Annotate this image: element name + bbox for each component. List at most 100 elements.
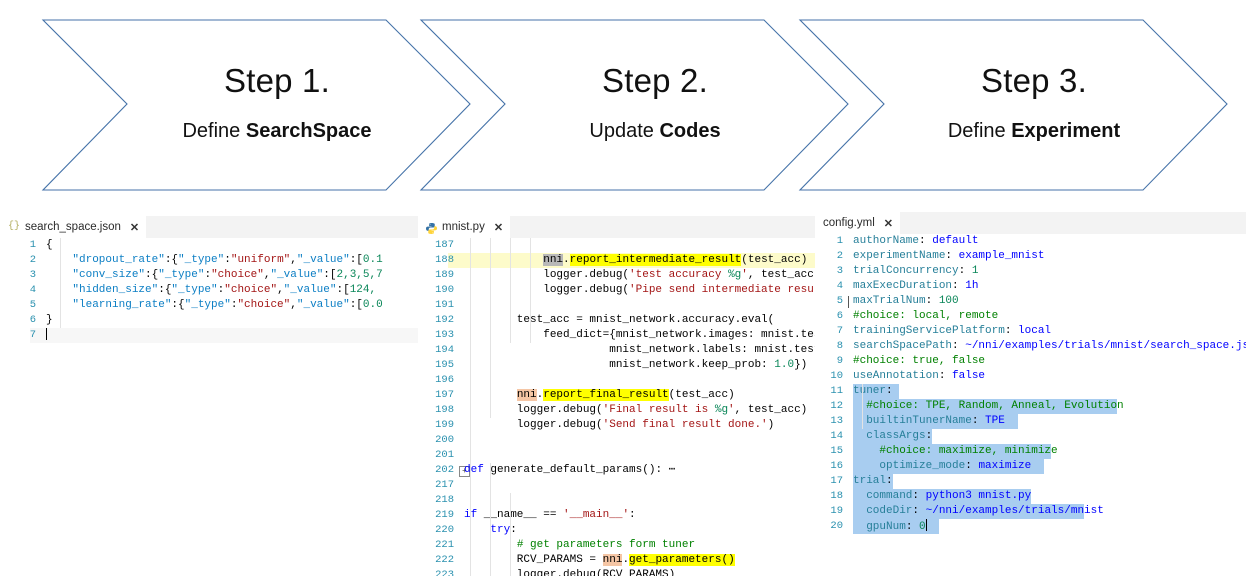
code-line[interactable]: 195 mnist_network.keep_prob: 1.0}): [418, 358, 830, 373]
code-area-mnist[interactable]: 187188 nni.report_intermediate_result(te…: [418, 238, 830, 576]
code-line[interactable]: 223 logger.debug(RCV_PARAMS): [418, 568, 830, 576]
code-line[interactable]: 7trainingServicePlatform: local: [815, 324, 1246, 339]
close-icon[interactable]: ✕: [884, 217, 893, 230]
line-number: 4: [815, 279, 843, 294]
code-line[interactable]: 20 gpuNum: 0: [815, 519, 1246, 534]
line-number: 199: [418, 418, 454, 433]
code-line[interactable]: 5 "learning_rate":{"_type":"choice","_va…: [0, 298, 436, 313]
code-text: [46, 328, 47, 344]
python-icon: [426, 223, 437, 234]
code-line[interactable]: 1{: [0, 238, 436, 253]
code-line[interactable]: 218: [418, 493, 830, 508]
code-line[interactable]: 3 "conv_size":{"_type":"choice","_value"…: [0, 268, 436, 283]
code-line[interactable]: 13 builtinTunerName: TPE: [815, 414, 1246, 429]
code-line[interactable]: 14 classArgs:: [815, 429, 1246, 444]
code-line[interactable]: 1authorName: default: [815, 234, 1246, 249]
code-text: #choice: local, remote: [853, 309, 998, 324]
code-line[interactable]: 188 nni.report_intermediate_result(test_…: [418, 253, 830, 268]
code-line[interactable]: 17trial:: [815, 474, 1246, 489]
code-line[interactable]: 220 try:: [418, 523, 830, 538]
code-line[interactable]: 187: [418, 238, 830, 253]
code-token: 'test accuracy: [629, 269, 728, 281]
code-line[interactable]: 4 "hidden_size":{"_type":"choice","_valu…: [0, 283, 436, 298]
tab-search-space-json[interactable]: {} search_space.json ✕: [0, 216, 146, 238]
code-text: searchSpacePath: ~/nni/examples/trials/m…: [853, 339, 1246, 354]
code-token: :: [926, 295, 939, 307]
code-line[interactable]: 2 "dropout_rate":{"_type":"uniform","_va…: [0, 253, 436, 268]
code-token: logger.debug(: [464, 419, 603, 431]
code-line[interactable]: 200: [418, 433, 830, 448]
line-number: 11: [815, 384, 843, 399]
code-line[interactable]: 6#choice: local, remote: [815, 309, 1246, 324]
code-line[interactable]: 11 tuner:: [815, 384, 1246, 399]
code-line[interactable]: 6}: [0, 313, 436, 328]
code-line[interactable]: 16 optimize_mode: maximize: [815, 459, 1246, 474]
code-token: :: [926, 430, 933, 442]
code-token: def: [464, 464, 484, 476]
code-text: builtinTunerName: TPE: [853, 414, 1005, 429]
code-text: tuner:: [853, 384, 893, 399]
code-text: RCV_PARAMS = nni.get_parameters(): [464, 553, 735, 568]
code-line[interactable]: 192 test_acc = mnist_network.accuracy.ev…: [418, 313, 830, 328]
code-line[interactable]: 19 codeDir: ~/nni/examples/trials/mnist: [815, 504, 1246, 519]
code-line[interactable]: 199 logger.debug('Send final result done…: [418, 418, 830, 433]
code-token: [853, 415, 866, 427]
code-token: #choice: local, remote: [853, 310, 998, 322]
code-line[interactable]: 4maxExecDuration: 1h: [815, 279, 1246, 294]
code-line[interactable]: 217: [418, 478, 830, 493]
code-line[interactable]: 190 logger.debug('Pipe send intermediate…: [418, 283, 830, 298]
code-line[interactable]: 221 # get parameters form tuner: [418, 538, 830, 553]
code-token: :{: [165, 254, 178, 266]
tab-config-yml[interactable]: config.yml ✕: [815, 212, 900, 234]
code-line[interactable]: 202+def generate_default_params(): ⋯: [418, 463, 830, 478]
code-line[interactable]: 197 nni.report_final_result(test_acc): [418, 388, 830, 403]
code-token: :[: [350, 299, 363, 311]
code-token: 1.0: [774, 359, 794, 371]
code-line[interactable]: 10useAnnotation: false: [815, 369, 1246, 384]
code-area-config[interactable]: 1authorName: default2experimentName: exa…: [815, 234, 1246, 534]
code-token: , test_acc): [735, 404, 808, 416]
close-icon[interactable]: ✕: [130, 221, 139, 234]
code-line[interactable]: 12 #choice: TPE, Random, Anneal, Evoluti…: [815, 399, 1246, 414]
code-line[interactable]: 193 feed_dict={mnist_network.images: mni…: [418, 328, 830, 343]
code-line[interactable]: 18 command: python3 mnist.py: [815, 489, 1246, 504]
code-token: # get parameters form tuner: [517, 539, 695, 551]
json-braces-icon: {}: [8, 222, 20, 232]
close-icon[interactable]: ✕: [494, 221, 503, 234]
code-line[interactable]: 9#choice: true, false: [815, 354, 1246, 369]
code-line[interactable]: 7: [0, 328, 436, 343]
indent-guide: [510, 298, 511, 343]
code-token: "_type": [171, 284, 217, 296]
code-token: "hidden_size": [46, 284, 158, 296]
line-number: 189: [418, 268, 454, 283]
code-line[interactable]: 8searchSpacePath: ~/nni/examples/trials/…: [815, 339, 1246, 354]
code-text: logger.debug('Send final result done.'): [464, 418, 774, 433]
tabbar-search-space: {} search_space.json ✕: [0, 216, 436, 238]
code-line[interactable]: 15 #choice: maximize, minimize: [815, 444, 1246, 459]
code-area-search-space[interactable]: 1{2 "dropout_rate":{"_type":"uniform","_…: [0, 238, 436, 343]
chevron-shapes: [0, 0, 1246, 208]
code-line[interactable]: 222 RCV_PARAMS = nni.get_parameters(): [418, 553, 830, 568]
code-token: TPE: [985, 415, 1005, 427]
code-line[interactable]: 2experimentName: example_mnist: [815, 249, 1246, 264]
code-token: "_type": [178, 254, 224, 266]
code-token: #choice: true, false: [853, 355, 985, 367]
code-token: "_value": [297, 299, 350, 311]
code-token: feed_dict={mnist_network.images: mnist.t…: [464, 329, 830, 341]
code-line[interactable]: 219if __name__ == '__main__':: [418, 508, 830, 523]
step-1-title: Step 1.: [127, 62, 427, 100]
code-line[interactable]: 3trialConcurrency: 1: [815, 264, 1246, 279]
code-token: command: [866, 490, 912, 502]
code-token: mnist_network.labels: mnist.test.labels,: [464, 344, 830, 356]
code-line[interactable]: 194 mnist_network.labels: mnist.test.lab…: [418, 343, 830, 358]
code-line[interactable]: 201: [418, 448, 830, 463]
code-line[interactable]: 196: [418, 373, 830, 388]
code-text: logger.debug('Pipe send intermediate res…: [464, 283, 830, 298]
code-line[interactable]: 198 logger.debug('Final result is %g', t…: [418, 403, 830, 418]
code-line[interactable]: 191: [418, 298, 830, 313]
line-number: 12: [815, 399, 843, 414]
code-line[interactable]: 189 logger.debug('test accuracy %g', tes…: [418, 268, 830, 283]
code-line[interactable]: 5maxTrialNum: 100: [815, 294, 1246, 309]
code-token: example_mnist: [959, 250, 1045, 262]
tab-mnist-py[interactable]: mnist.py ✕: [418, 216, 510, 238]
